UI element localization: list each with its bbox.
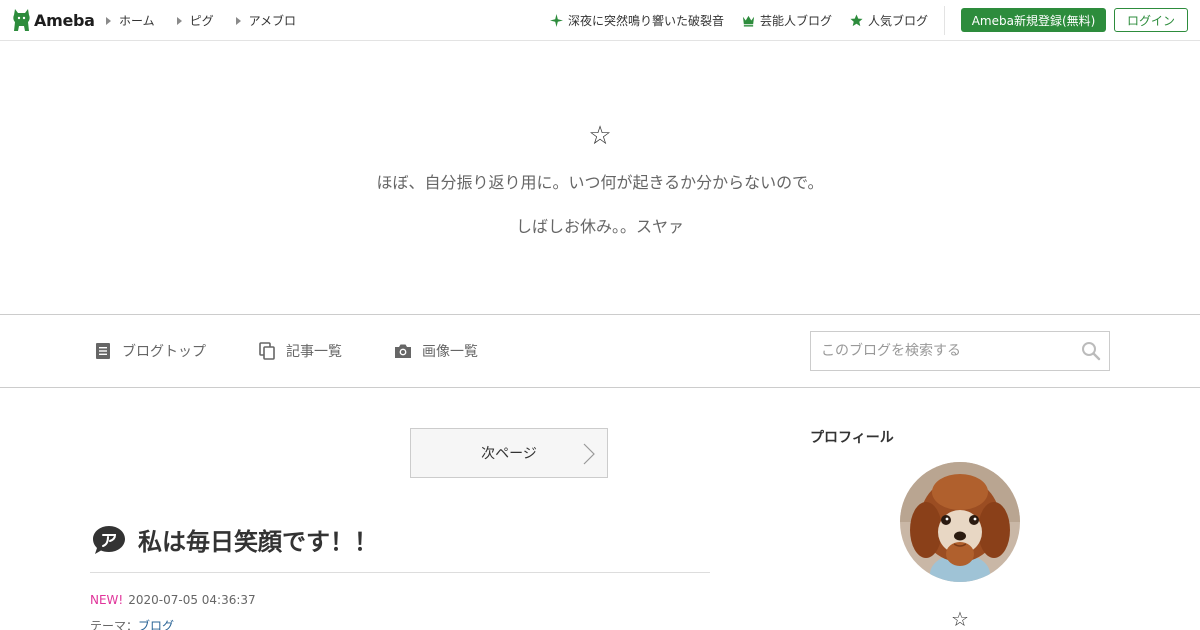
gnav-item-label: ホーム: [119, 14, 155, 28]
gnav-item-ameblo[interactable]: アメブロ: [235, 12, 297, 29]
copy-icon: [259, 342, 275, 360]
triangle-right-icon: [176, 16, 182, 25]
blog-title[interactable]: ☆: [0, 121, 1200, 151]
blog-header: ☆ ほぼ、自分振り返り用に。いつ何が起きるか分からないので。 しばしお休み。。ス…: [0, 41, 1200, 314]
blog-nav: ブログトップ 記事一覧 画像一覧: [0, 314, 1200, 388]
entry-date: NEW! 2020-07-05 04:36:37: [90, 593, 256, 607]
link-label: 人気ブログ: [867, 14, 928, 28]
ameba-logo[interactable]: Ameba: [12, 7, 95, 33]
entry-list-link[interactable]: 記事一覧: [258, 341, 342, 361]
link-label: 深夜に突然鳴り響いた破裂音: [567, 14, 724, 28]
profile-name: ☆: [951, 607, 969, 630]
popular-blog-link[interactable]: 人気ブログ: [850, 12, 928, 29]
gnav-item-label: アメブロ: [248, 14, 297, 28]
link-label: 芸能人ブログ: [759, 14, 832, 28]
camera-icon: [395, 344, 411, 358]
entry-date-value: 2020-07-05 04:36:37: [128, 593, 256, 607]
theme-label: テーマ：: [90, 619, 139, 630]
blog-search: [810, 331, 1110, 371]
star-icon: [850, 14, 863, 27]
register-button[interactable]: Ameba新規登録(無料): [961, 8, 1106, 32]
triangle-right-icon: [235, 16, 241, 25]
entry-divider: [90, 572, 710, 573]
search-input[interactable]: [811, 332, 1071, 370]
trending-topic-link[interactable]: 深夜に突然鳴り響いた破裂音: [549, 12, 724, 29]
gnav-item-label: ピグ: [189, 14, 214, 28]
entry-title-text[interactable]: 私は毎日笑顔です！！: [138, 522, 378, 557]
entry-title: 私は毎日笑顔です！！: [92, 522, 378, 557]
celebrity-blog-link[interactable]: 芸能人ブログ: [742, 12, 832, 29]
new-badge: NEW!: [90, 593, 124, 607]
chevron-right-icon: [583, 443, 595, 465]
blog-description-line2: しばしお休み。。スヤァ: [515, 217, 684, 236]
global-header: Ameba ホーム ピグ アメブロ 深夜に突然鳴り響いた破裂音 芸能人ブログ 人…: [0, 0, 1200, 41]
gnav-item-pigg[interactable]: ピグ: [176, 12, 214, 29]
search-icon[interactable]: [1081, 341, 1101, 361]
next-page-label: 次ページ: [481, 446, 537, 462]
theme-link[interactable]: ブログ: [138, 619, 174, 630]
login-button[interactable]: ログイン: [1114, 8, 1188, 32]
gnav-item-home[interactable]: ホーム: [106, 12, 155, 29]
blog-nav-label: 画像一覧: [422, 344, 478, 360]
triangle-right-icon: [106, 16, 111, 25]
sparkle-icon: [549, 14, 563, 27]
blog-top-link[interactable]: ブログトップ: [94, 341, 206, 361]
blog-description: ほぼ、自分振り返り用に。いつ何が起きるか分からないので。: [376, 173, 824, 192]
logo-text: Ameba: [34, 10, 95, 30]
header-divider: [944, 6, 945, 35]
dog-avatar-image: [900, 462, 1020, 582]
profile-heading: プロフィール: [810, 430, 894, 446]
image-list-link[interactable]: 画像一覧: [394, 341, 478, 361]
crown-icon: [742, 15, 755, 27]
entry-theme: テーマ：ブログ: [90, 617, 174, 630]
header-links: 深夜に突然鳴り響いた破裂音 芸能人ブログ 人気ブログ: [549, 12, 928, 29]
next-page-button[interactable]: 次ページ: [410, 428, 608, 478]
blog-nav-label: ブログトップ: [122, 344, 206, 360]
avatar[interactable]: [900, 462, 1020, 582]
blog-nav-label: 記事一覧: [286, 344, 342, 360]
ameba-mascot-icon: [13, 9, 30, 31]
document-icon: [96, 343, 110, 359]
ameba-bubble-icon: [93, 525, 125, 554]
global-nav: ホーム ピグ アメブロ: [106, 12, 318, 29]
